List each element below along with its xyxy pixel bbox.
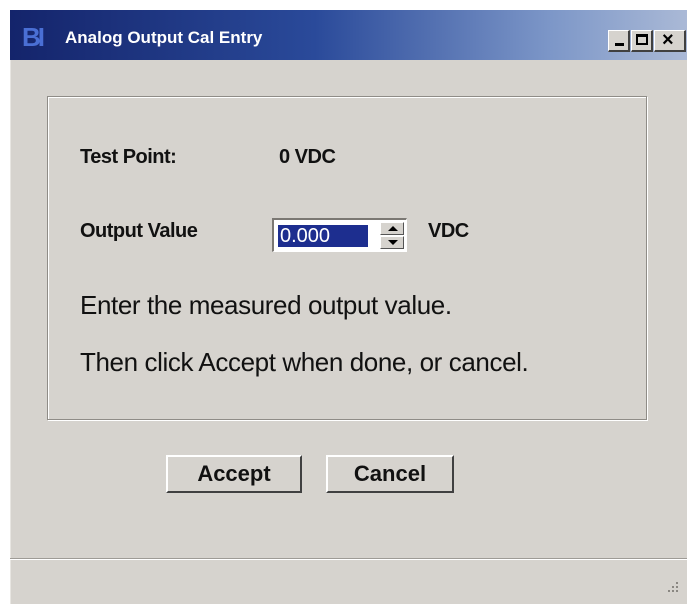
- output-value-label: Output Value: [80, 220, 198, 242]
- title-bar[interactable]: BI Analog Output Cal Entry ×: [10, 10, 687, 60]
- accept-button[interactable]: Accept: [166, 455, 302, 493]
- maximize-button[interactable]: [631, 30, 653, 52]
- test-point-label: Test Point:: [80, 146, 177, 168]
- instruction-text-1: Enter the measured output value.: [80, 290, 452, 320]
- app-icon: BI: [22, 22, 45, 52]
- minimize-button[interactable]: [608, 30, 630, 52]
- cancel-button[interactable]: Cancel: [326, 455, 454, 493]
- output-value-input[interactable]: [278, 225, 368, 247]
- resize-grip-icon[interactable]: [664, 578, 680, 594]
- output-unit-label: VDC: [428, 220, 469, 242]
- test-point-value: 0 VDC: [279, 146, 336, 168]
- instruction-text-2: Then click Accept when done, or cancel.: [80, 347, 529, 377]
- spin-up-button[interactable]: [380, 222, 404, 235]
- maximize-icon: [636, 34, 648, 45]
- close-icon: ×: [662, 29, 674, 51]
- close-button[interactable]: ×: [654, 29, 686, 52]
- minimize-icon: [615, 43, 624, 46]
- spin-down-button[interactable]: [380, 236, 404, 249]
- arrow-down-icon: [388, 240, 398, 245]
- arrow-up-icon: [388, 226, 398, 231]
- spinner-buttons: [380, 222, 404, 249]
- output-value-spinner[interactable]: [272, 218, 407, 252]
- window-title: Analog Output Cal Entry: [65, 28, 263, 47]
- status-separator: [10, 558, 687, 560]
